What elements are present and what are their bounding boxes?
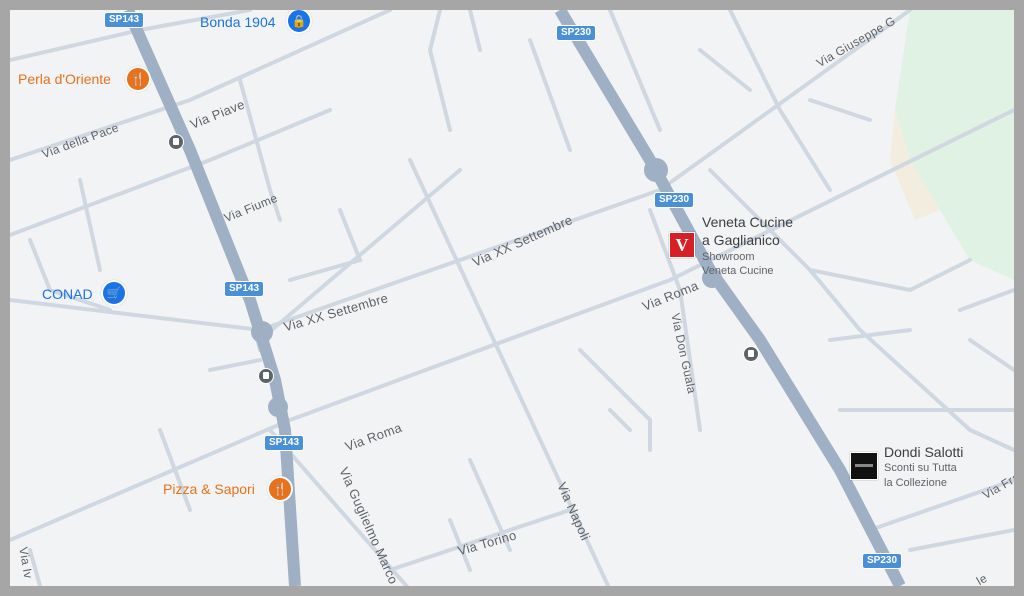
sp230-road <box>554 10 906 586</box>
shield-sp230-top: SP230 <box>556 25 597 41</box>
dondi-salotti-logo[interactable] <box>850 452 878 480</box>
poi-label-conad[interactable]: CONAD <box>42 286 93 302</box>
shopping-cart-icon[interactable]: 🛒 <box>101 280 127 306</box>
poi-label-veneta-2[interactable]: a Gaglianico <box>702 232 780 248</box>
poi-label-veneta-1[interactable]: Veneta Cucine <box>702 214 793 230</box>
road-network <box>10 10 1014 586</box>
shield-sp143-mid: SP143 <box>224 281 265 297</box>
shield-sp230-bottom: SP230 <box>862 553 903 569</box>
shield-sp143-low: SP143 <box>264 435 305 451</box>
fork-knife-icon[interactable]: 🍴 <box>267 476 293 502</box>
shield-sp143-top: SP143 <box>104 12 145 28</box>
fork-knife-icon[interactable]: 🍴 <box>125 66 151 92</box>
bus-stop-icon[interactable] <box>258 368 274 384</box>
bus-stop-icon[interactable] <box>743 346 759 362</box>
veneta-cucine-logo[interactable]: V <box>669 232 695 258</box>
poi-sub-veneta-2: Veneta Cucine <box>702 265 774 277</box>
poi-label-dondi[interactable]: Dondi Salotti <box>884 444 963 460</box>
shield-sp230-mid: SP230 <box>654 192 695 208</box>
sp143-road <box>122 10 301 586</box>
poi-label-bonda[interactable]: Bonda 1904 <box>200 14 276 30</box>
map-canvas[interactable]: SP143 SP143 SP143 SP230 SP230 SP230 Via … <box>10 10 1014 586</box>
poi-label-perla[interactable]: Perla d'Oriente <box>18 71 111 87</box>
poi-sub-dondi-1: Sconti su Tutta <box>884 462 957 474</box>
poi-sub-veneta-1: Showroom <box>702 251 755 263</box>
park-area <box>895 10 1014 280</box>
map-frame: SP143 SP143 SP143 SP230 SP230 SP230 Via … <box>0 0 1024 596</box>
poi-sub-dondi-2: la Collezione <box>884 477 947 489</box>
poi-label-pizza[interactable]: Pizza & Sapori <box>163 481 255 497</box>
bus-stop-icon[interactable] <box>168 134 184 150</box>
